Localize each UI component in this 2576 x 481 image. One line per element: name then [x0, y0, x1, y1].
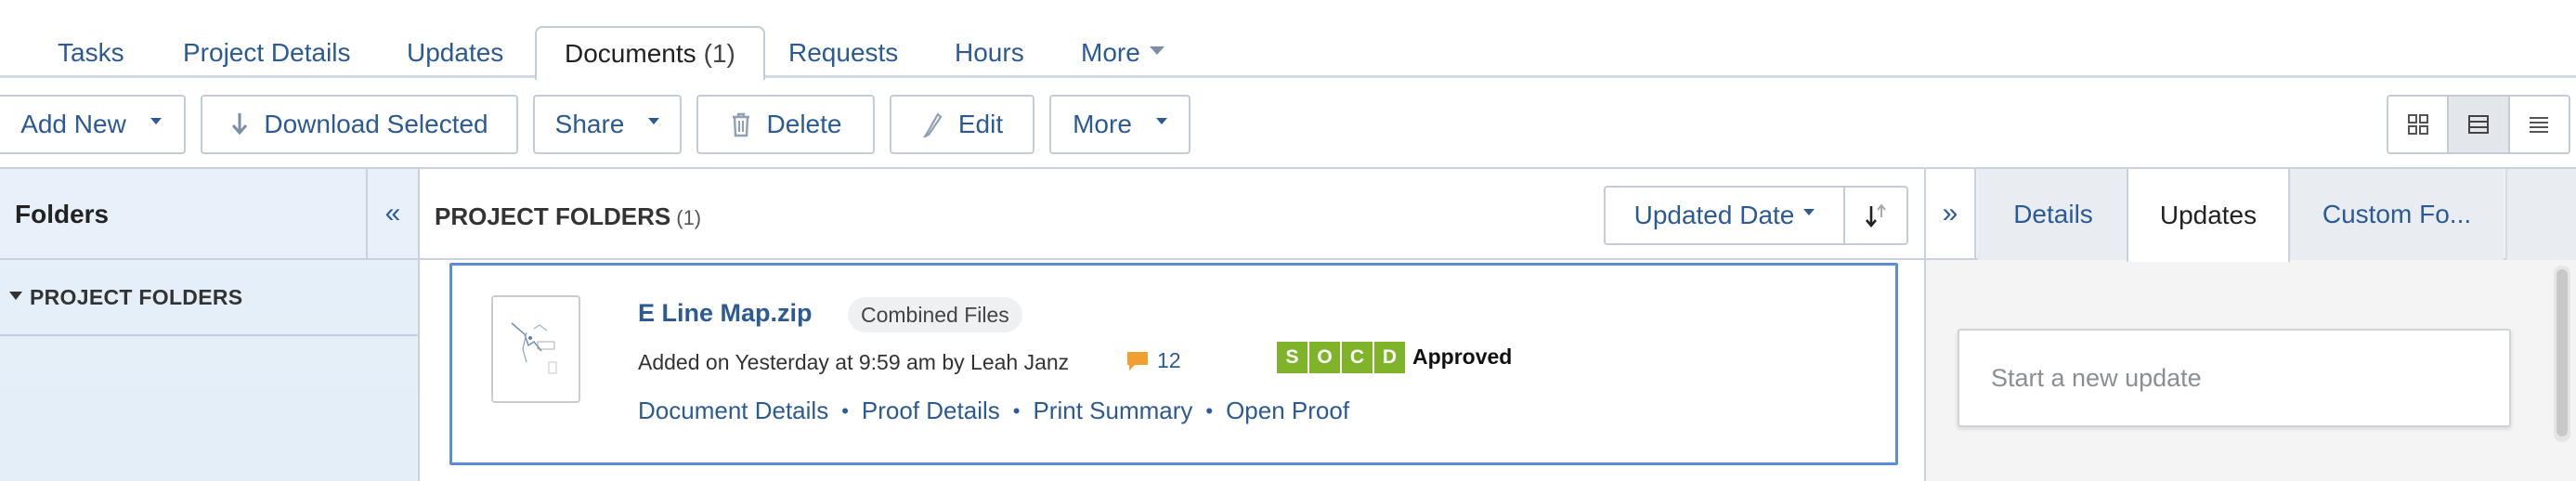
tab-bar: Tasks Project Details Updates Documents(…	[0, 0, 2576, 80]
list-view-button[interactable]	[2449, 97, 2510, 152]
document-details-link[interactable]: Document Details	[638, 396, 828, 425]
details-panel-header: » Details Updates Custom Fo...	[1926, 169, 2576, 262]
tab-label: Project Details	[183, 38, 351, 67]
tab-label: Tasks	[58, 38, 124, 67]
compact-list-icon	[2530, 117, 2549, 133]
sort-direction-button[interactable]	[1843, 186, 1908, 245]
more-actions-button[interactable]: More	[1049, 95, 1190, 154]
folder-tree-label: PROJECT FOLDERS	[30, 284, 243, 309]
scrollbar-thumb[interactable]	[2556, 269, 2568, 436]
tab-documents[interactable]: Documents (1)	[535, 26, 765, 80]
panel-tab-overflow[interactable]	[2505, 169, 2576, 260]
new-update-input[interactable]: Start a new update	[1958, 329, 2511, 427]
view-mode-group	[2387, 95, 2570, 154]
chevron-down-icon	[1149, 46, 1164, 56]
sort-field-label: Updated Date	[1633, 201, 1795, 229]
tab-label: More	[1081, 38, 1140, 67]
grid-view-button[interactable]	[2388, 97, 2450, 152]
sort-direction-icon	[1866, 203, 1886, 228]
section-title-text: PROJECT FOLDERS	[435, 202, 671, 230]
folders-panel-title: Folders	[15, 200, 110, 228]
delete-label: Delete	[766, 110, 842, 138]
panel-tab-custom-forms[interactable]: Custom Fo...	[2290, 169, 2504, 260]
compact-list-button[interactable]	[2510, 97, 2569, 152]
grid-view-icon	[2407, 114, 2428, 135]
tab-more[interactable]: More	[1081, 26, 1164, 78]
section-title: PROJECT FOLDERS (1)	[435, 202, 701, 231]
panel-scrollbar[interactable]	[2554, 266, 2570, 442]
document-card[interactable]: E Line Map.zip Combined Files Added on Y…	[449, 263, 1898, 465]
tab-tasks[interactable]: Tasks	[58, 26, 124, 78]
tab-bar-rule	[0, 75, 2576, 78]
details-panel: » Details Updates Custom Fo... Start a n…	[1924, 169, 2576, 481]
document-name-link[interactable]: E Line Map.zip	[638, 299, 813, 328]
tab-updates[interactable]: Updates	[407, 26, 503, 78]
status-letter: D	[1374, 342, 1405, 373]
comment-count-link[interactable]: 12	[1125, 348, 1181, 373]
tab-label: Documents	[565, 39, 696, 68]
panel-tab-updates[interactable]: Updates	[2127, 169, 2290, 262]
download-selected-label: Download Selected	[264, 110, 488, 138]
document-list-area: PROJECT FOLDERS (1) Updated Date E Line M…	[420, 169, 1924, 481]
document-meta-text: Added on Yesterday at 9:59 am by Leah Ja…	[638, 350, 1070, 374]
download-selected-button[interactable]: Download Selected	[201, 95, 518, 154]
tab-label: Hours	[955, 38, 1024, 67]
panel-tab-details[interactable]: Details	[1978, 169, 2128, 260]
chevron-down-icon	[1803, 208, 1815, 215]
tab-label: Requests	[788, 38, 899, 67]
tab-count: (1)	[703, 39, 735, 68]
double-chevron-left-icon: «	[384, 198, 401, 228]
sort-field-select[interactable]: Updated Date	[1604, 186, 1845, 245]
panel-tab-label: Updates	[2159, 201, 2257, 229]
delete-button[interactable]: Delete	[696, 95, 875, 154]
collapse-folders-button[interactable]: «	[366, 169, 418, 258]
proof-status-badge: S O C D	[1277, 342, 1407, 373]
double-chevron-right-icon: »	[1942, 198, 1958, 228]
open-proof-link[interactable]: Open Proof	[1226, 396, 1349, 425]
pencil-icon	[922, 112, 943, 137]
comment-bubble-icon	[1127, 351, 1148, 370]
download-icon	[232, 113, 248, 136]
expand-panel-button[interactable]: »	[1926, 169, 1976, 258]
edit-label: Edit	[957, 110, 1004, 138]
edit-button[interactable]: Edit	[890, 95, 1034, 154]
panel-tab-label: Details	[2013, 200, 2093, 228]
caret-down-icon[interactable]	[9, 291, 22, 300]
status-letter: S	[1277, 342, 1308, 373]
status-letter: O	[1309, 342, 1340, 373]
document-thumbnail[interactable]	[491, 295, 580, 403]
document-toolbar: Add New Download Selected Share Delete E…	[0, 79, 2576, 169]
share-button[interactable]: Share	[533, 95, 682, 154]
tab-hours[interactable]: Hours	[955, 26, 1024, 78]
approval-status-text: Approved	[1412, 344, 1513, 369]
separator-dot: •	[1012, 398, 1021, 422]
separator-dot: •	[841, 398, 849, 422]
more-label: More	[1073, 110, 1132, 138]
share-label: Share	[554, 110, 625, 138]
trash-icon	[732, 112, 749, 137]
chevron-down-icon	[150, 117, 162, 124]
proof-details-link[interactable]: Proof Details	[862, 396, 1000, 425]
document-links: Document Details • Proof Details • Print…	[638, 396, 1349, 425]
separator-dot: •	[1205, 398, 1214, 422]
tab-label: Updates	[407, 38, 504, 67]
folders-panel: Folders « PROJECT FOLDERS	[0, 169, 420, 481]
folders-panel-header: Folders «	[0, 169, 418, 260]
list-view-icon	[2467, 115, 2489, 134]
tab-project-details[interactable]: Project Details	[183, 26, 351, 78]
panel-tab-label: Custom Fo...	[2322, 200, 2472, 228]
print-summary-link[interactable]: Print Summary	[1033, 396, 1192, 425]
add-new-button[interactable]: Add New	[0, 95, 186, 154]
status-letter: C	[1342, 342, 1373, 373]
tab-requests[interactable]: Requests	[788, 26, 898, 78]
section-count: (1)	[676, 206, 702, 229]
document-list-header: PROJECT FOLDERS (1) Updated Date	[420, 169, 1924, 260]
map-thumbnail-image	[511, 322, 557, 374]
chevron-down-icon	[1155, 117, 1167, 124]
add-new-label: Add New	[20, 110, 126, 138]
chevron-down-icon	[648, 117, 660, 124]
folder-tree-item[interactable]: PROJECT FOLDERS	[0, 260, 418, 336]
comment-count: 12	[1157, 348, 1181, 372]
document-type-badge: Combined Files	[848, 297, 1022, 332]
